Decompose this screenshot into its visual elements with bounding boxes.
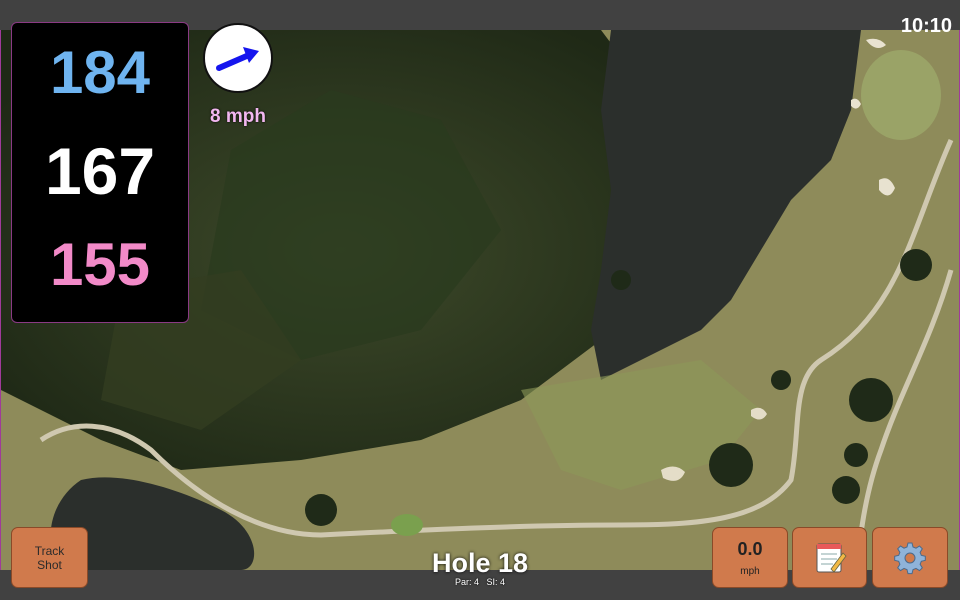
- wind-direction-indicator: [203, 23, 273, 93]
- distance-panel: 184 167 155: [11, 22, 189, 323]
- notepad-icon: [816, 543, 847, 573]
- hole-stroke-index: SI: 4: [486, 577, 506, 587]
- wind-arrow-icon: [216, 47, 259, 71]
- track-shot-label-2: Shot: [37, 557, 62, 572]
- speed-unit: mph: [740, 565, 760, 577]
- speed-value: 0.0: [737, 538, 763, 559]
- hole-par: Par: 4: [454, 577, 479, 587]
- hole-info: Par: 4 SI: 4: [380, 577, 580, 587]
- front-distance: 155: [49, 231, 151, 298]
- scorecard-notes-button[interactable]: [792, 527, 867, 588]
- hole-title: Hole 18: [431, 548, 529, 578]
- speed-button[interactable]: 0.0 mph: [712, 527, 788, 588]
- settings-button[interactable]: [872, 527, 948, 588]
- wind-speed-label: 8 mph: [210, 106, 266, 127]
- back-distance: 184: [49, 39, 151, 106]
- gear-icon: [894, 542, 926, 574]
- track-shot-label-1: Track: [34, 543, 65, 558]
- green-top: [861, 50, 941, 140]
- status-clock: 10:10: [900, 15, 952, 37]
- middle-distance: 167: [44, 134, 156, 208]
- track-shot-button[interactable]: Track Shot: [11, 527, 88, 588]
